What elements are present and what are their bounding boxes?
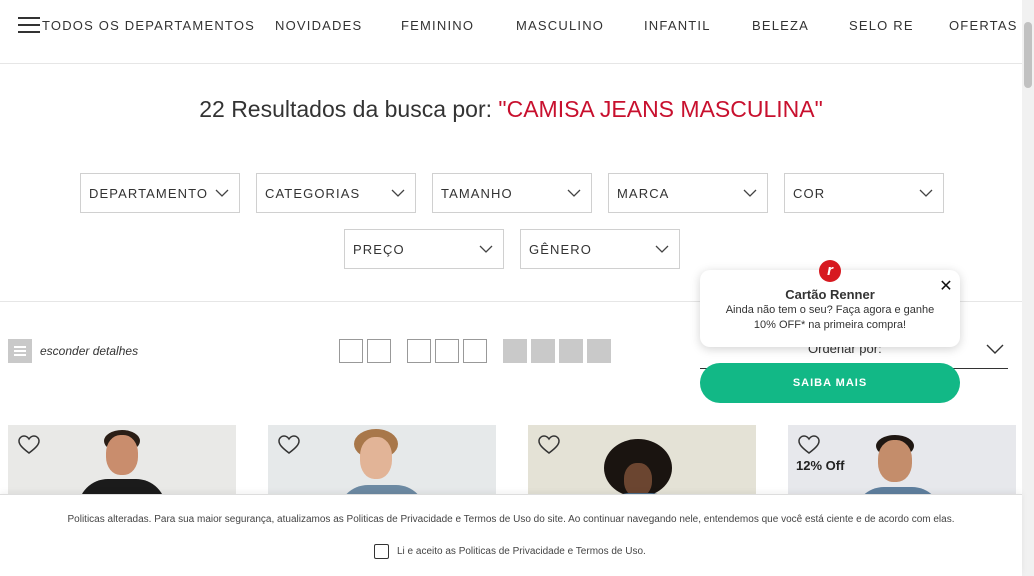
accept-terms-checkbox[interactable] — [374, 544, 389, 559]
heart-icon[interactable] — [18, 435, 40, 455]
grid-cell — [587, 339, 611, 363]
grid-cell — [463, 339, 487, 363]
search-query: "CAMISA JEANS MASCULINA" — [498, 96, 823, 122]
saiba-mais-button[interactable]: SAIBA MAIS — [700, 363, 960, 403]
filter-departamento[interactable]: DEPARTAMENTO — [80, 173, 240, 213]
card-promo-popup: r ✕ Cartão Renner Ainda não tem o seu? F… — [700, 260, 960, 347]
chevron-down-icon — [479, 245, 493, 253]
chevron-down-icon — [215, 189, 229, 197]
accept-terms-label[interactable]: Li e aceito as Politicas de Privacidade … — [397, 546, 646, 557]
nav-item-masculino[interactable]: MASCULINO — [516, 18, 604, 33]
hide-details-toggle[interactable]: esconder detalhes — [40, 344, 138, 358]
page-title: 22 Resultados da busca por: "CAMISA JEAN… — [0, 96, 1022, 123]
cookie-banner: Politicas alteradas. Para sua maior segu… — [0, 494, 1022, 576]
filter-preco[interactable]: PREÇO — [344, 229, 504, 269]
chevron-down-icon — [391, 189, 405, 197]
grid-cell — [435, 339, 459, 363]
popup-title: Cartão Renner — [785, 287, 875, 302]
grid-cell — [407, 339, 431, 363]
cookie-policy-text: Politicas alteradas. Para sua maior segu… — [67, 514, 955, 525]
chevron-down-icon — [919, 189, 933, 197]
nav-item-infantil[interactable]: INFANTIL — [644, 18, 711, 33]
grid-cell — [503, 339, 527, 363]
heart-icon[interactable] — [278, 435, 300, 455]
filter-categorias[interactable]: CATEGORIAS — [256, 173, 416, 213]
filter-genero[interactable]: GÊNERO — [520, 229, 680, 269]
filter-label: DEPARTAMENTO — [89, 186, 209, 201]
filter-label: COR — [793, 186, 826, 201]
heart-icon[interactable] — [538, 435, 560, 455]
chevron-down-icon — [567, 189, 581, 197]
filter-label: CATEGORIAS — [265, 186, 361, 201]
grid-cell — [339, 339, 363, 363]
heart-icon[interactable] — [798, 435, 820, 455]
results-count-text: 22 Resultados da busca por: — [199, 96, 499, 122]
filter-cor[interactable]: COR — [784, 173, 944, 213]
renner-logo: r — [819, 260, 841, 282]
top-navigation: TODOS OS DEPARTAMENTOS NOVIDADES FEMININ… — [0, 0, 1022, 64]
popup-text: Ainda não tem o seu? Faça agora e ganhe … — [725, 304, 935, 331]
list-icon[interactable] — [8, 339, 32, 363]
nav-item-novidades[interactable]: NOVIDADES — [275, 18, 362, 33]
nav-all-departments[interactable]: TODOS OS DEPARTAMENTOS — [42, 18, 255, 33]
filter-tamanho[interactable]: TAMANHO — [432, 173, 592, 213]
grid-cell — [531, 339, 555, 363]
chevron-down-icon — [655, 245, 669, 253]
menu-icon[interactable] — [18, 16, 40, 34]
nav-item-beleza[interactable]: BELEZA — [752, 18, 809, 33]
scrollbar-thumb[interactable] — [1024, 22, 1032, 88]
nav-item-ofertas[interactable]: OFERTAS — [949, 18, 1018, 33]
discount-badge: 12% Off — [796, 458, 845, 473]
filter-label: MARCA — [617, 186, 670, 201]
grid-cell — [559, 339, 583, 363]
scrollbar[interactable] — [1022, 0, 1034, 576]
filter-label: GÊNERO — [529, 242, 592, 257]
chevron-down-icon — [986, 344, 1004, 354]
nav-item-feminino[interactable]: FEMININO — [401, 18, 474, 33]
grid-cell — [367, 339, 391, 363]
filter-label: TAMANHO — [441, 186, 513, 201]
filter-label: PREÇO — [353, 242, 405, 257]
filter-marca[interactable]: MARCA — [608, 173, 768, 213]
chevron-down-icon — [743, 189, 757, 197]
nav-item-selo-re[interactable]: SELO RE — [849, 18, 914, 33]
